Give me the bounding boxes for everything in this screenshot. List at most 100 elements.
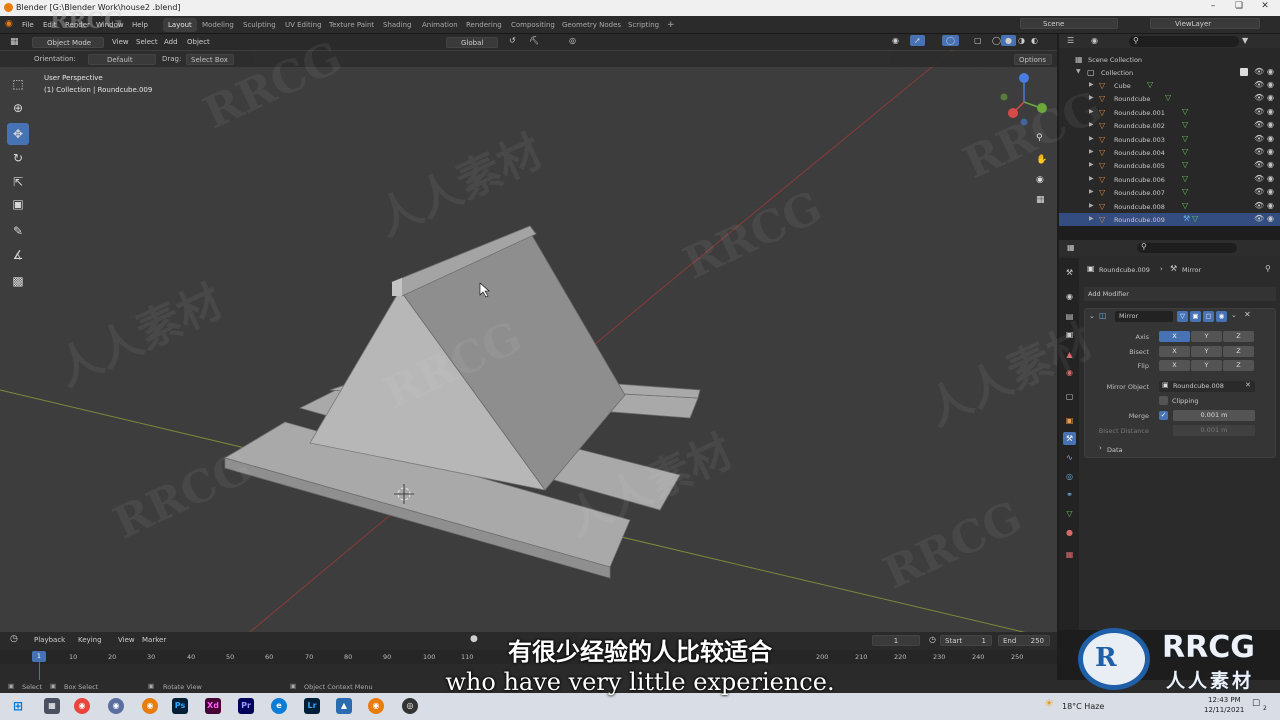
minimize-icon[interactable]: – (1200, 1, 1226, 15)
menu-view[interactable]: View (108, 37, 133, 48)
clear-field-icon[interactable]: ✕ (1245, 381, 1251, 389)
photoshop-icon[interactable]: Ps (172, 698, 188, 714)
eye-icon[interactable]: 👁 (1254, 147, 1264, 156)
weather-text[interactable]: 18°C Haze (1062, 702, 1104, 711)
tab-compositing[interactable]: Compositing (506, 18, 560, 32)
world-tab-icon[interactable]: ◉ (1063, 366, 1076, 379)
data-tab-icon[interactable]: ▽ (1063, 507, 1076, 520)
outliner-item[interactable]: ▶ ▽ Roundcube.001 ▽ 👁 ◉ (1059, 106, 1280, 119)
camera-render-icon[interactable]: ◉ (1267, 80, 1274, 89)
camera-render-icon[interactable]: ◉ (1267, 120, 1274, 129)
3d-viewport[interactable]: ⚲ ✋ ◉ ▦ User Perspective (1) Collection … (0, 50, 1057, 632)
collection-checkbox[interactable] (1240, 68, 1248, 76)
blender-menu-icon[interactable]: ◉ (5, 19, 13, 29)
render-toggle-icon[interactable]: ◉ (1216, 311, 1227, 322)
outliner-item[interactable]: ▶ ▽ Roundcube.009 ⚒ ▽ 👁 ◉ (1059, 213, 1280, 226)
menu-edit[interactable]: Edit (43, 21, 57, 29)
premiere-icon[interactable]: Pr (238, 698, 254, 714)
menu-render[interactable]: Render (65, 21, 90, 29)
tab-sculpting[interactable]: Sculpting (238, 18, 281, 32)
menu-window[interactable]: Window (96, 21, 124, 29)
eye-icon[interactable]: 👁 (1254, 67, 1264, 76)
outliner-item[interactable]: ▶ ▽ Roundcube.005 ▽ 👁 ◉ (1059, 159, 1280, 172)
camera-render-icon[interactable]: ◉ (1267, 201, 1274, 210)
eye-icon[interactable]: 👁 (1254, 174, 1264, 183)
options-dropdown[interactable]: Options (1014, 54, 1052, 65)
eye-icon[interactable]: 👁 (1254, 187, 1264, 196)
flip-y-toggle[interactable]: Y (1191, 360, 1222, 371)
eye-icon[interactable]: 👁 (1254, 134, 1264, 143)
filter-icon[interactable]: ▼ (1242, 36, 1248, 45)
eye-icon[interactable]: 👁 (1254, 120, 1264, 129)
expand-icon[interactable]: ▶ (1089, 94, 1094, 101)
gizmo-toggle-icon[interactable]: ➚ (910, 35, 925, 46)
viewport-toggle-icon[interactable]: ▢ (1203, 311, 1214, 322)
chrome-icon[interactable]: ◉ (74, 698, 90, 714)
file-explorer-icon[interactable]: ▦ (44, 698, 60, 714)
menu-file[interactable]: File (22, 21, 34, 29)
tab-scripting[interactable]: Scripting (623, 18, 664, 32)
tab-layout[interactable]: Layout (163, 18, 197, 32)
bisect-z-toggle[interactable]: Z (1223, 346, 1254, 357)
data-subpanel-label[interactable]: Data (1107, 446, 1123, 454)
maximize-icon[interactable]: ❏ (1226, 1, 1252, 15)
expand-icon[interactable]: ▶ (1089, 81, 1094, 88)
outliner-editor-icon[interactable]: ☰ (1067, 36, 1074, 45)
camera-render-icon[interactable]: ◉ (1267, 93, 1274, 102)
mirror-object-field[interactable]: Roundcube.008 (1159, 381, 1255, 392)
obs-icon[interactable]: ◎ (402, 698, 418, 714)
flip-z-toggle[interactable]: Z (1223, 360, 1254, 371)
orientation-selector[interactable]: Default (88, 54, 156, 65)
annotate-tool-icon[interactable]: ✎ (7, 220, 29, 242)
rotate-tool-icon[interactable]: ↻ (7, 147, 29, 169)
mode-selector[interactable]: Object Mode (32, 37, 104, 48)
view-layer-selector[interactable]: ViewLayer (1150, 18, 1260, 29)
outliner-item[interactable]: ▶ ▽ Roundcube.008 ▽ 👁 ◉ (1059, 200, 1280, 213)
expand-icon[interactable]: ▶ (1089, 215, 1094, 222)
menu-object[interactable]: Object (183, 37, 214, 48)
particles-tab-icon[interactable]: ∿ (1063, 451, 1076, 464)
bisect-y-toggle[interactable]: Y (1191, 346, 1222, 357)
pivot-icon[interactable]: ↺ (505, 35, 520, 46)
clipping-checkbox[interactable] (1159, 396, 1168, 405)
transform-tool-icon[interactable]: ▣ (7, 193, 29, 215)
camera-render-icon[interactable]: ◉ (1267, 160, 1274, 169)
remove-modifier-icon[interactable]: ✕ (1244, 310, 1251, 319)
outliner-item[interactable]: ▶ ▽ Roundcube.007 ▽ 👁 ◉ (1059, 186, 1280, 199)
axis-z-toggle[interactable]: Z (1223, 331, 1254, 342)
pin-icon[interactable]: ⚲ (1265, 264, 1271, 273)
tab-shading[interactable]: Shading (378, 18, 416, 32)
expand-icon[interactable]: ▶ (1089, 135, 1094, 142)
data-expand-icon[interactable]: › (1099, 444, 1102, 452)
blender-taskbar-icon[interactable]: ◉ (142, 698, 158, 714)
outliner-search-input[interactable] (1129, 36, 1239, 47)
scene-tab-icon[interactable]: ▲ (1063, 348, 1076, 361)
tab-texture-paint[interactable]: Texture Paint (324, 18, 379, 32)
expand-icon[interactable]: ▶ (1089, 188, 1094, 195)
scale-tool-icon[interactable]: ⇱ (7, 171, 29, 193)
eye-icon[interactable]: 👁 (1254, 214, 1264, 223)
camera-render-icon[interactable]: ◉ (1267, 107, 1274, 116)
physics-tab-icon[interactable]: ◎ (1063, 470, 1076, 483)
overlay-toggle-icon[interactable]: ◯ (942, 35, 959, 46)
object-tab-icon[interactable]: ▣ (1063, 414, 1076, 427)
drag-selector[interactable]: Select Box (186, 54, 234, 65)
collapse-icon[interactable]: ▼ (1076, 68, 1081, 75)
camera-render-icon[interactable]: ◉ (1267, 134, 1274, 143)
eye-icon[interactable]: 👁 (1254, 93, 1264, 102)
measure-tool-icon[interactable]: ∡ (7, 244, 29, 266)
camera-render-icon[interactable]: ◉ (1267, 187, 1274, 196)
view-layer-tab-icon[interactable]: ▣ (1063, 328, 1076, 341)
texture-tab-icon[interactable]: ▦ (1063, 548, 1076, 561)
lightroom-icon[interactable]: Lr (304, 698, 320, 714)
modifier-tab-icon[interactable]: ⚒ (1063, 432, 1076, 445)
rendered-shading-icon[interactable]: ◐ (1027, 35, 1042, 46)
windows-start-icon[interactable]: ⊞ (10, 698, 26, 714)
outliner-scene-collection[interactable]: ▦ Scene Collection (1059, 53, 1280, 66)
cursor-tool-icon[interactable]: ⊕ (7, 97, 29, 119)
axis-x-toggle[interactable]: X (1159, 331, 1190, 342)
proportional-edit-icon[interactable]: ◎ (565, 35, 580, 46)
eye-icon[interactable]: 👁 (1254, 201, 1264, 210)
outliner-item[interactable]: ▶ ▽ Roundcube.002 ▽ 👁 ◉ (1059, 119, 1280, 132)
menu-help[interactable]: Help (132, 21, 148, 29)
